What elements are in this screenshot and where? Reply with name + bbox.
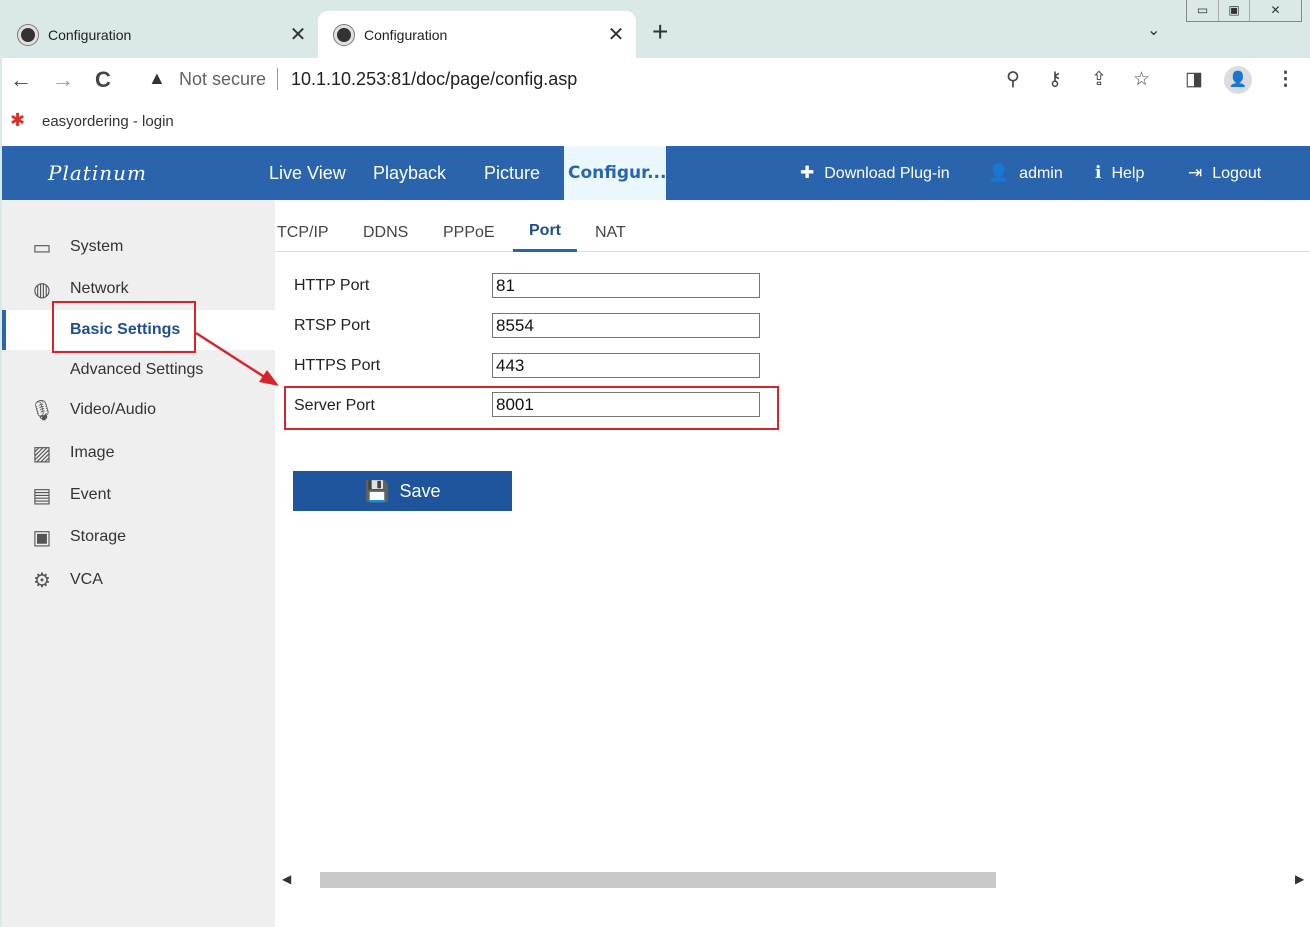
bookmark-link[interactable]: easyordering - login xyxy=(42,113,174,130)
maximize-icon[interactable]: ▣ xyxy=(1218,0,1249,21)
logout-icon: ⇥ xyxy=(1188,163,1203,182)
chevron-down-icon[interactable]: ⌄ xyxy=(1147,20,1160,40)
help-link[interactable]: ℹ Help xyxy=(1095,146,1144,200)
highlight-box-server-port xyxy=(284,386,779,430)
globe-icon: ◍ xyxy=(33,278,51,301)
floppy-disk-icon: 💾 xyxy=(364,480,390,503)
warning-icon[interactable]: ▲ xyxy=(148,68,166,89)
sidebar-item-label: Image xyxy=(70,444,115,461)
sidebar-item-system[interactable]: ▭ System xyxy=(2,227,275,267)
horizontal-scrollbar-thumb[interactable] xyxy=(320,872,996,888)
sidebar-item-event[interactable]: ▤ Event xyxy=(2,475,275,515)
search-icon[interactable]: ⚲ xyxy=(1006,68,1020,91)
puzzle-icon: ✚ xyxy=(800,163,815,182)
user-label: admin xyxy=(1019,165,1063,182)
subtab-port[interactable]: Port xyxy=(529,222,561,240)
https-port-label: HTTPS Port xyxy=(294,357,381,374)
key-icon[interactable]: ⚷ xyxy=(1048,68,1062,91)
scroll-left-icon[interactable]: ◀ xyxy=(282,872,291,886)
sidebar-item-label: VCA xyxy=(70,571,103,588)
sidebar-item-label: Network xyxy=(70,280,129,297)
menu-live-view[interactable]: Live View xyxy=(269,146,346,200)
close-icon[interactable]: ✕ xyxy=(606,22,626,47)
info-icon: ℹ xyxy=(1095,163,1102,182)
subtab-nat[interactable]: NAT xyxy=(595,224,626,242)
vca-icon: ⚙ xyxy=(33,569,51,592)
image-icon: ▨ xyxy=(32,442,52,465)
profile-avatar-icon[interactable]: 👤 xyxy=(1224,66,1252,94)
sidebar-item-vca[interactable]: ⚙ VCA xyxy=(2,560,275,600)
bookmark-favicon-icon: ✱ xyxy=(10,110,26,130)
subtab-ddns[interactable]: DDNS xyxy=(363,224,408,242)
sidebar-item-video-audio[interactable]: 🎙 Video/Audio xyxy=(2,390,275,430)
sidebar-item-storage[interactable]: ▣ Storage xyxy=(2,517,275,557)
side-panel-icon[interactable]: ◨ xyxy=(1185,68,1203,91)
address-divider xyxy=(277,68,278,90)
menu-picture[interactable]: Picture xyxy=(484,146,540,200)
http-port-input[interactable] xyxy=(492,273,760,298)
brand-logo: Platinum xyxy=(48,161,147,185)
subtab-bar: TCP/IP DDNS PPPoE Port NAT xyxy=(275,218,1310,252)
app-header: Platinum Live View Playback Picture Conf… xyxy=(2,146,1310,200)
sidebar-item-image[interactable]: ▨ Image xyxy=(2,433,275,473)
sidebar-item-label: Event xyxy=(70,486,111,503)
logout-link[interactable]: ⇥ Logout xyxy=(1188,146,1261,200)
https-port-input[interactable] xyxy=(492,353,760,378)
http-port-label: HTTP Port xyxy=(294,277,370,294)
save-label: Save xyxy=(399,480,441,501)
rtsp-port-input[interactable] xyxy=(492,313,760,338)
forward-arrow-icon[interactable]: → xyxy=(52,67,74,93)
active-tab-indicator xyxy=(513,249,577,252)
new-tab-icon[interactable]: + xyxy=(652,16,668,48)
reload-icon[interactable]: C xyxy=(95,67,111,93)
bookmarks-bar xyxy=(0,102,1310,146)
sidebar-item-label: Video/Audio xyxy=(70,401,156,418)
menu-playback[interactable]: Playback xyxy=(373,146,446,200)
tab-title: Configuration xyxy=(48,26,132,43)
subtab-pppoe[interactable]: PPPoE xyxy=(443,224,495,242)
security-status[interactable]: Not secure xyxy=(179,69,266,90)
browser-tab-1[interactable]: Configuration ✕ xyxy=(0,11,318,58)
download-plugin-label: Download Plug-in xyxy=(824,165,950,182)
browser-tab-2[interactable]: Configuration ✕ xyxy=(318,11,636,58)
logout-label: Logout xyxy=(1212,165,1262,182)
disk-icon: ▣ xyxy=(32,526,52,549)
sidebar-item-label: System xyxy=(70,238,124,255)
scroll-right-icon[interactable]: ▶ xyxy=(1295,872,1304,886)
user-menu[interactable]: 👤 admin xyxy=(988,146,1063,200)
kebab-menu-icon[interactable]: ⋮ xyxy=(1276,68,1295,91)
tab-title: Configuration xyxy=(364,26,448,43)
sidebar-sub-advanced-settings[interactable]: Advanced Settings xyxy=(2,350,275,390)
save-button[interactable]: 💾 Save xyxy=(293,471,512,511)
share-icon[interactable]: ⇪ xyxy=(1091,68,1107,91)
download-plugin-link[interactable]: ✚ Download Plug-in xyxy=(800,146,950,200)
window-controls: ▭ ▣ ✕ xyxy=(1186,0,1302,22)
calendar-icon: ▤ xyxy=(32,484,52,507)
address-bar[interactable]: 10.1.10.253:81/doc/page/config.asp xyxy=(291,69,577,90)
highlight-box-basic-settings xyxy=(52,301,196,353)
subtab-tcpip[interactable]: TCP/IP xyxy=(277,224,329,242)
close-icon[interactable]: ✕ xyxy=(288,22,308,47)
camera-favicon-icon xyxy=(334,24,354,45)
minimize-icon[interactable]: ▭ xyxy=(1187,0,1218,21)
window-close-icon[interactable]: ✕ xyxy=(1249,0,1301,21)
menu-configuration[interactable]: Configur... xyxy=(564,146,666,200)
window-icon: ▭ xyxy=(32,236,52,259)
star-icon[interactable]: ☆ xyxy=(1133,68,1150,91)
rtsp-port-label: RTSP Port xyxy=(294,317,370,334)
user-icon: 👤 xyxy=(988,163,1010,182)
microphone-icon: 🎙 xyxy=(29,399,55,422)
back-arrow-icon[interactable]: ← xyxy=(10,67,32,93)
camera-favicon-icon xyxy=(18,24,38,45)
browser-tabstrip: Configuration ✕ Configuration ✕ + ⌄ ▭ ▣ … xyxy=(0,0,1310,58)
help-label: Help xyxy=(1111,165,1145,182)
sidebar-item-label: Storage xyxy=(70,528,127,545)
